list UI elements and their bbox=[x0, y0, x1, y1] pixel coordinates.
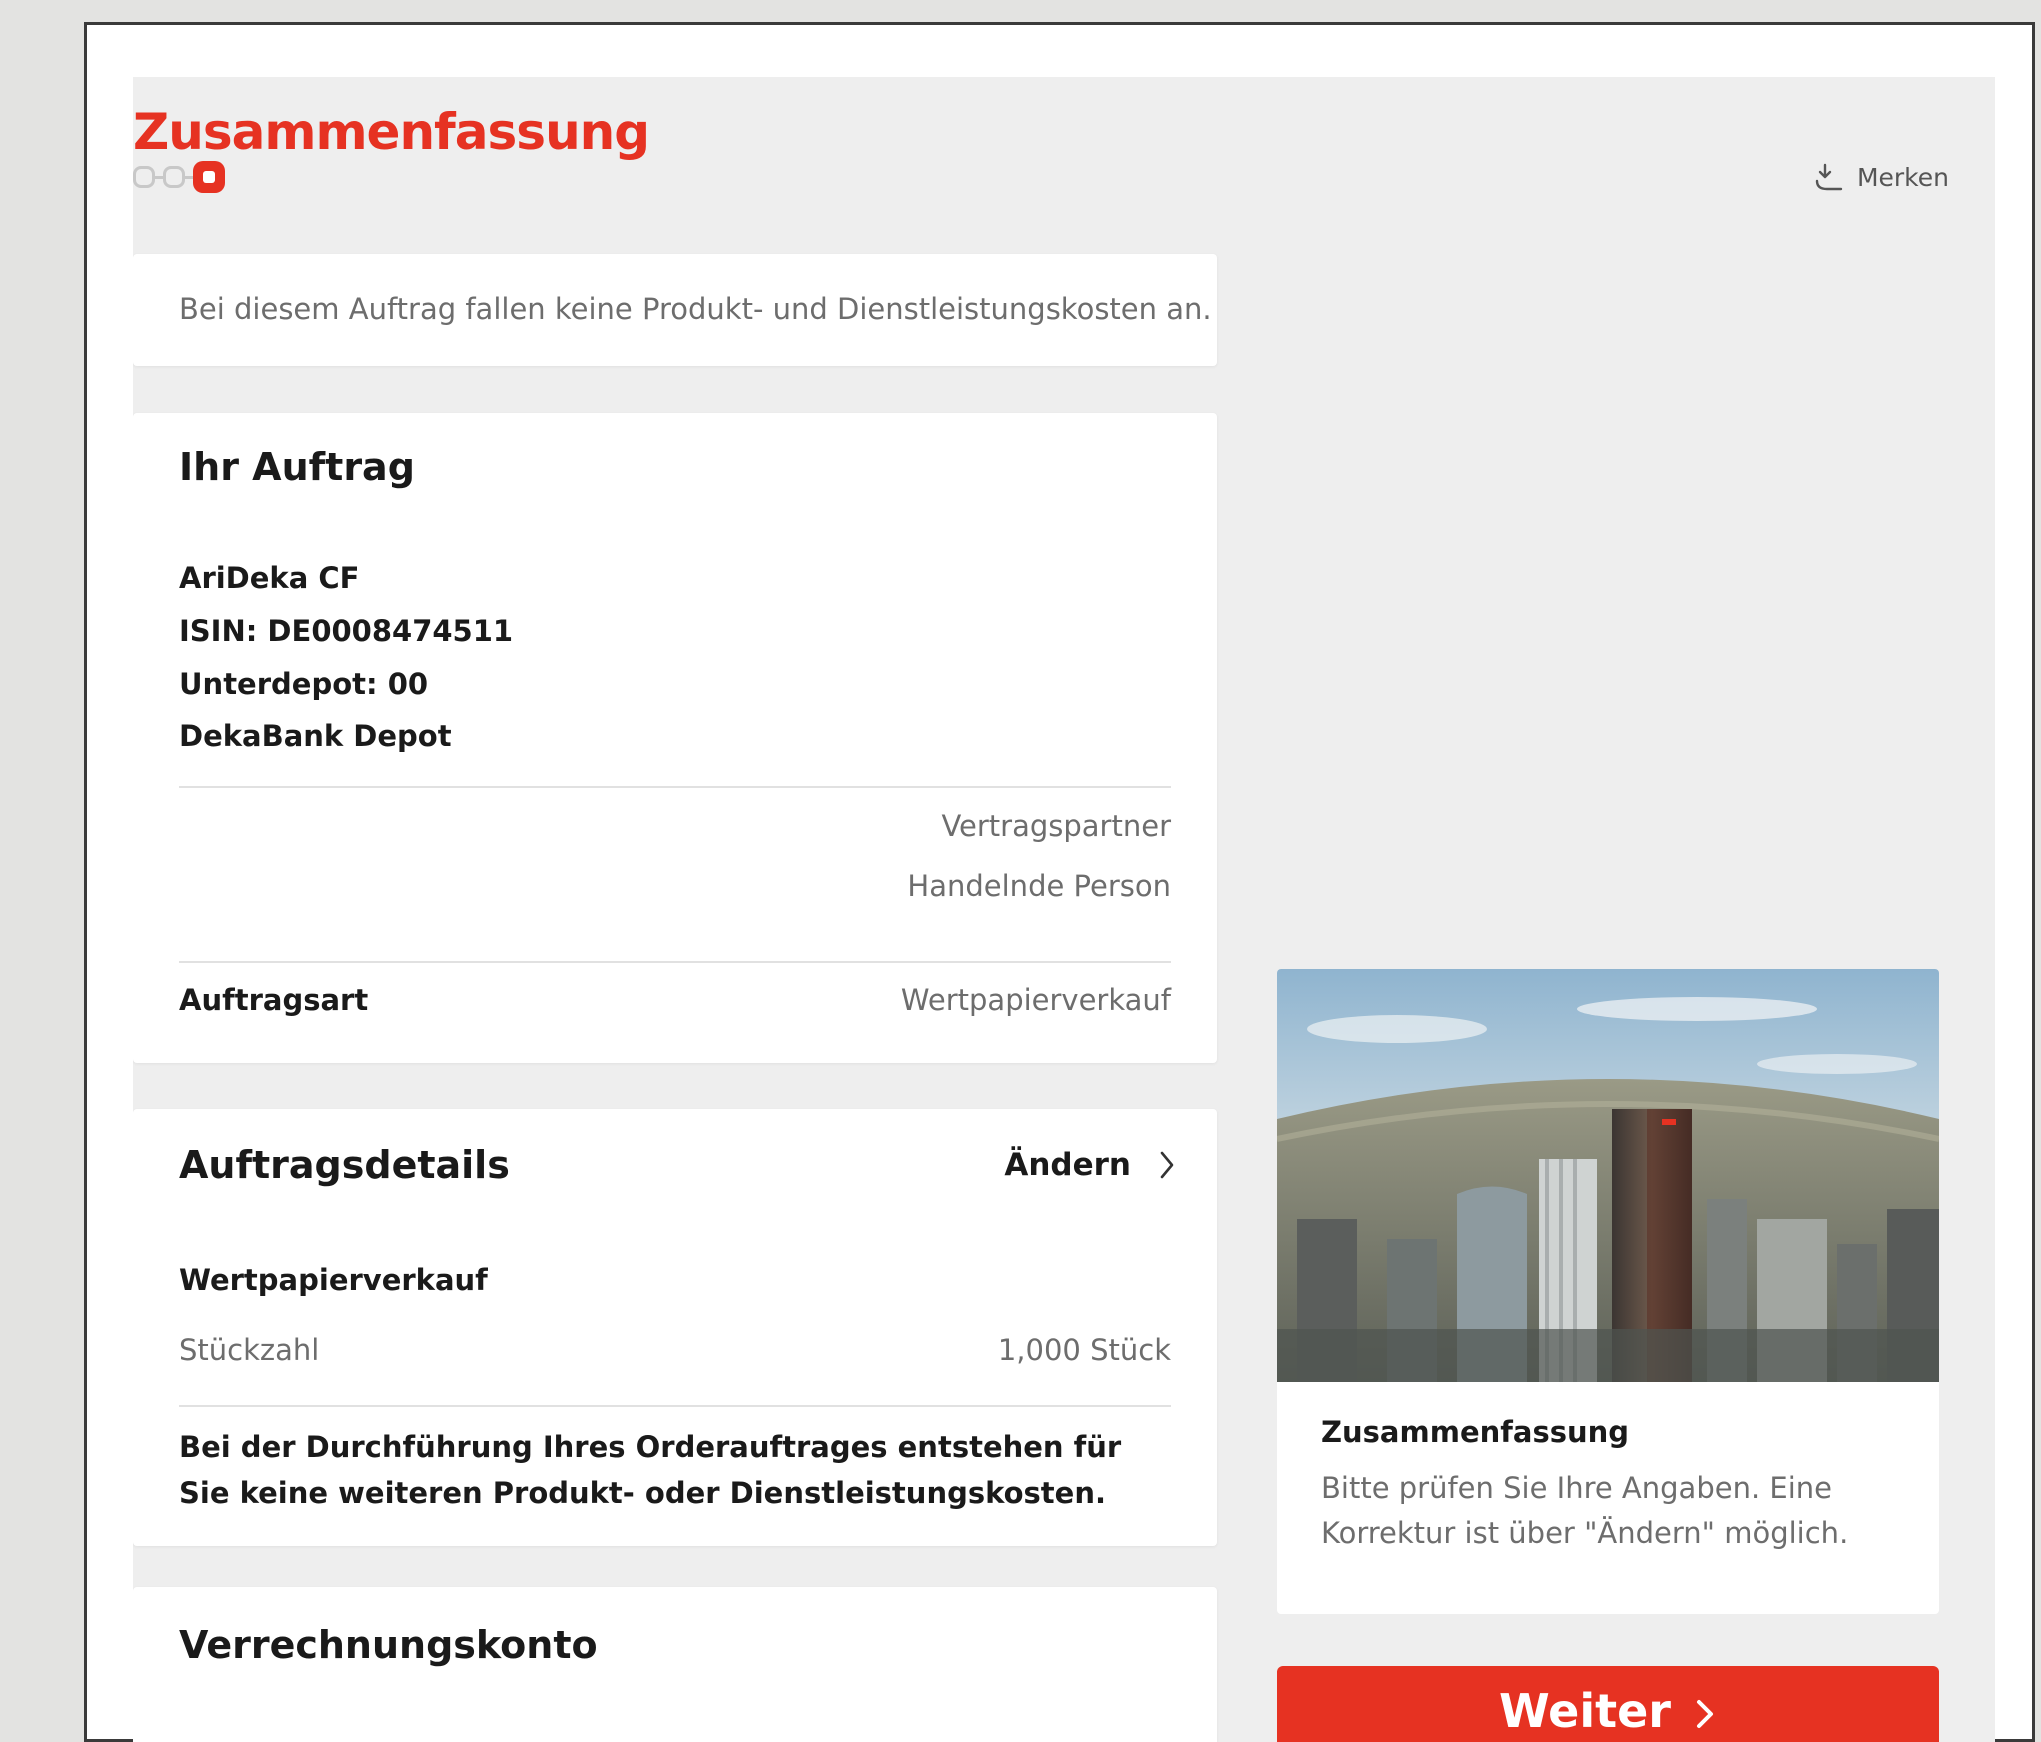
order-details-card: Auftragsdetails Ändern Wertpapierverkauf… bbox=[133, 1109, 1217, 1546]
info-card: Zusammenfassung Bitte prüfen Sie Ihre An… bbox=[1277, 969, 1939, 1614]
details-heading: Auftragsdetails bbox=[179, 1143, 510, 1187]
progress-stepper bbox=[133, 161, 225, 193]
order-type-label: Auftragsart bbox=[179, 983, 369, 1017]
details-subheading: Wertpapierverkauf bbox=[179, 1263, 488, 1297]
isin-value: ISIN: DE0008474511 bbox=[179, 614, 514, 648]
divider bbox=[179, 961, 1171, 963]
settlement-heading: Verrechnungskonto bbox=[179, 1623, 598, 1667]
change-label: Ändern bbox=[1004, 1147, 1131, 1183]
info-text: Bitte prüfen Sie Ihre Angaben. Eine Korr… bbox=[1321, 1471, 1849, 1550]
change-link[interactable]: Ändern bbox=[1004, 1147, 1177, 1183]
info-title: Zusammenfassung bbox=[1321, 1415, 1630, 1449]
subdepot-value: Unterdepot: 00 bbox=[179, 667, 429, 701]
city-skyline-aerial-image bbox=[1277, 969, 1939, 1382]
details-header-row: Auftragsdetails Ändern bbox=[179, 1143, 1177, 1187]
divider bbox=[179, 786, 1171, 788]
role-contract-partner: Vertragspartner bbox=[941, 809, 1171, 843]
continue-label: Weiter bbox=[1499, 1684, 1671, 1738]
bookmark-label: Merken bbox=[1856, 162, 1949, 192]
step-1-indicator bbox=[133, 166, 155, 188]
summary-panel: Zusammenfassung Merken Bei diesem Auftra… bbox=[133, 77, 1995, 1742]
cost-notice-card: Bei diesem Auftrag fallen keine Produkt-… bbox=[133, 254, 1217, 366]
step-connector bbox=[155, 175, 163, 179]
role-acting-person: Handelnde Person bbox=[907, 869, 1171, 903]
bookmark-download-icon bbox=[1815, 163, 1843, 191]
order-heading: Ihr Auftrag bbox=[179, 445, 415, 489]
quantity-label: Stückzahl bbox=[179, 1333, 320, 1367]
quantity-value: 1,000 Stück bbox=[997, 1333, 1171, 1367]
cost-note: Bei der Durchführung Ihres Orderauftrage… bbox=[179, 1430, 1122, 1510]
order-card: Ihr Auftrag AriDeka CF ISIN: DE000847451… bbox=[133, 413, 1217, 1063]
depot-name: DekaBank Depot bbox=[179, 719, 452, 753]
divider bbox=[179, 1405, 1171, 1407]
step-connector bbox=[185, 175, 193, 179]
continue-button[interactable]: Weiter bbox=[1277, 1666, 1939, 1742]
quantity-row: Stückzahl 1,000 Stück bbox=[179, 1333, 1171, 1367]
app-window: Zusammenfassung Merken Bei diesem Auftra… bbox=[84, 22, 2035, 1742]
order-type-value: Wertpapierverkauf bbox=[900, 983, 1171, 1017]
bookmark-button[interactable]: Merken bbox=[1813, 161, 1949, 193]
order-type-row: Auftragsart Wertpapierverkauf bbox=[179, 983, 1171, 1017]
cost-notice-text: Bei diesem Auftrag fallen keine Produkt-… bbox=[179, 292, 1212, 326]
fund-name: AriDeka CF bbox=[179, 561, 360, 595]
page-title: Zusammenfassung bbox=[133, 103, 650, 161]
chevron-right-icon bbox=[1160, 1151, 1174, 1179]
step-2-indicator bbox=[163, 166, 185, 188]
settlement-account-card: Verrechnungskonto bbox=[133, 1587, 1217, 1742]
step-3-indicator-active bbox=[193, 161, 225, 193]
